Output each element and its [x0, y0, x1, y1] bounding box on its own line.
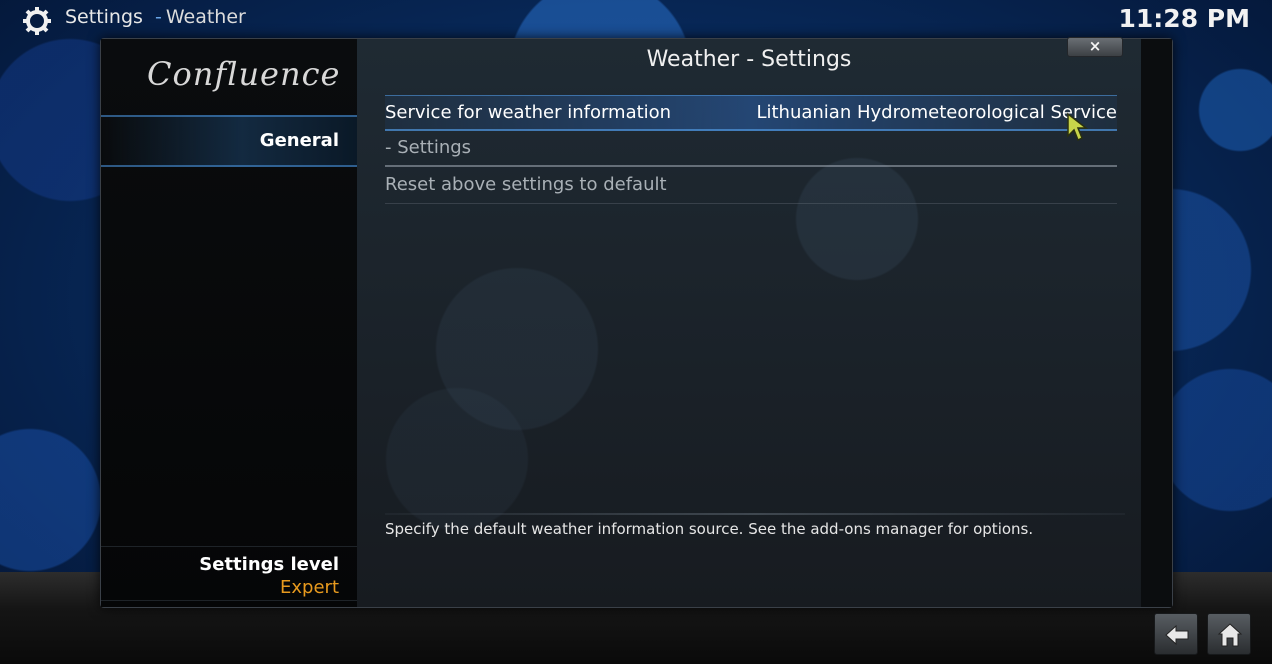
confluence-logo: Confluence — [147, 55, 341, 93]
description-divider — [385, 513, 1125, 515]
settings-level-value: Expert — [280, 577, 339, 598]
setting-label: Reset above settings to default — [385, 174, 667, 195]
setting-row-settings[interactable]: - Settings — [385, 131, 1117, 167]
setting-label: - Settings — [385, 137, 472, 158]
setting-row-weather-service[interactable]: Service for weather information Lithuani… — [385, 95, 1117, 131]
mouse-cursor-icon — [1067, 112, 1089, 142]
breadcrumb-section: Settings — [65, 6, 143, 28]
category-general[interactable]: General — [101, 115, 357, 167]
gear-icon — [23, 7, 51, 35]
settings-dialog: Confluence General Settings level Expert… — [100, 37, 1173, 608]
dialog-edge — [1141, 39, 1172, 607]
clock: 11:28 PM — [1118, 4, 1250, 33]
home-icon — [1217, 623, 1243, 647]
category-label: General — [259, 130, 339, 151]
close-button[interactable]: × — [1067, 37, 1123, 57]
breadcrumb: Settings - Weather — [65, 6, 246, 28]
back-button[interactable] — [1154, 613, 1198, 655]
settings-level-title: Settings level — [199, 554, 339, 575]
breadcrumb-subsection-wrap: - Weather — [155, 6, 246, 28]
dialog-title: Weather - Settings — [646, 47, 852, 72]
home-button[interactable] — [1207, 613, 1251, 655]
breadcrumb-separator: - — [154, 6, 162, 28]
settings-level-button[interactable]: Settings level Expert — [101, 546, 357, 601]
breadcrumb-subsection: Weather — [165, 6, 246, 28]
setting-row-reset[interactable]: Reset above settings to default — [385, 168, 1117, 204]
setting-value: Lithuanian Hydrometeorological Service — [756, 102, 1117, 123]
setting-description: Specify the default weather information … — [385, 520, 1034, 538]
top-bar: Settings - Weather 11:28 PM — [0, 0, 1272, 38]
sidebar: Confluence General Settings level Expert — [101, 39, 357, 607]
back-arrow-icon — [1165, 624, 1189, 646]
setting-label: Service for weather information — [385, 102, 672, 123]
